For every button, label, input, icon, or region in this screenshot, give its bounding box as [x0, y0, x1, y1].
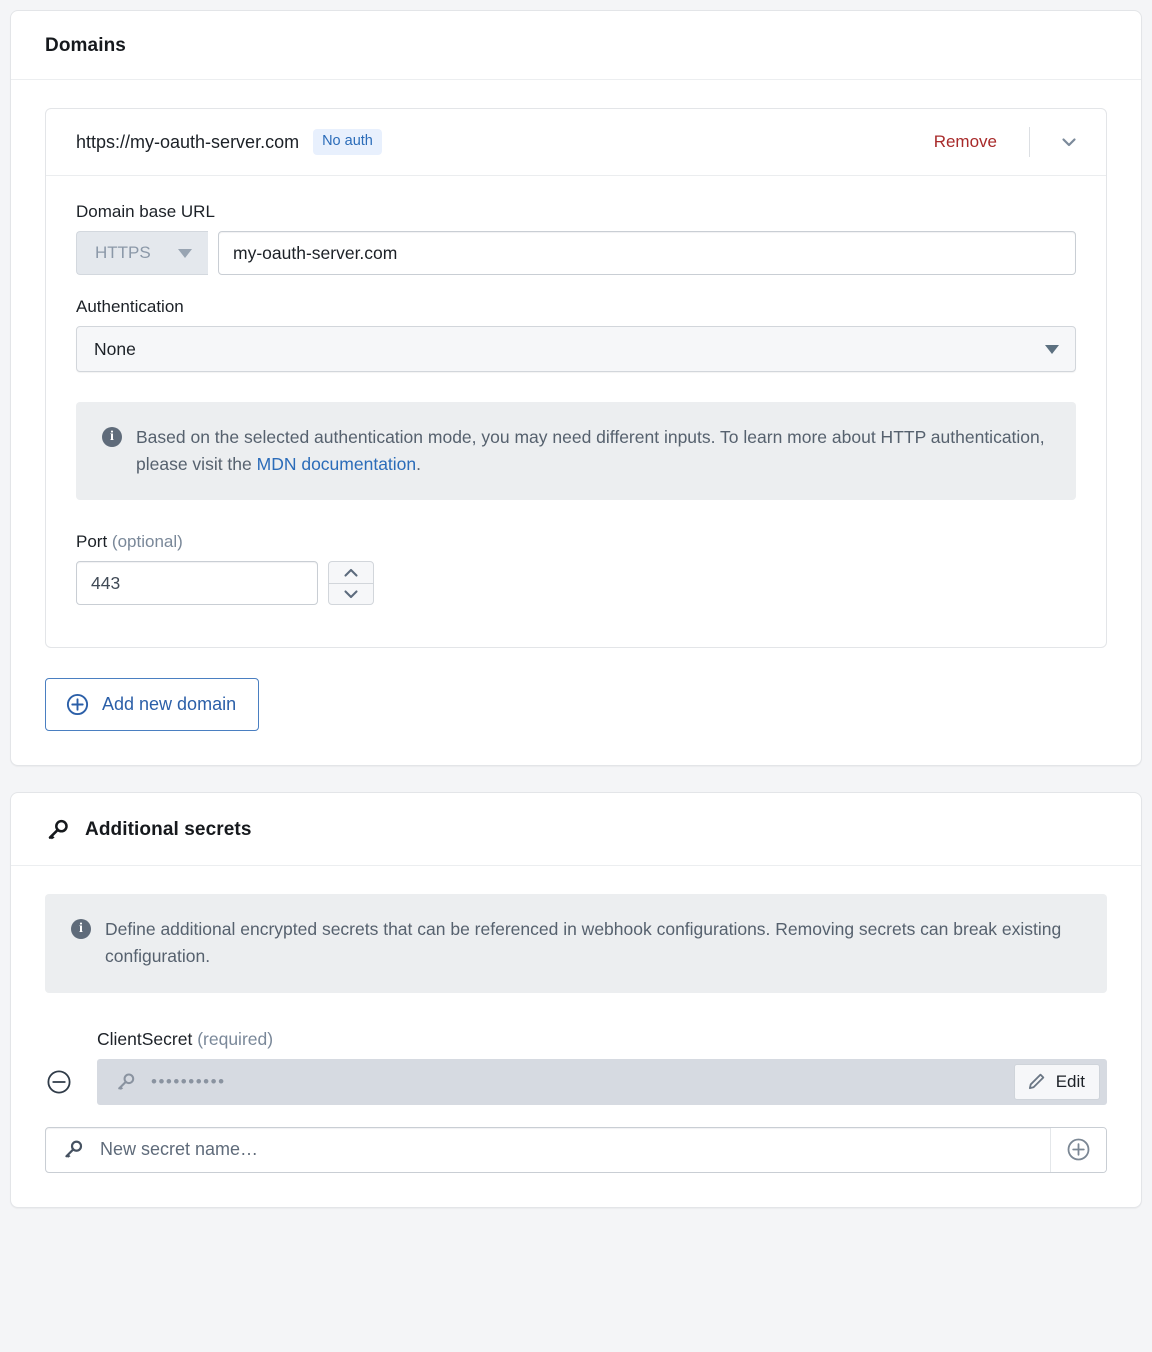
new-secret-name-input[interactable]	[98, 1138, 1050, 1161]
domain-base-url-label: Domain base URL	[76, 202, 215, 221]
port-row	[76, 561, 1076, 606]
key-icon	[62, 1138, 85, 1161]
domain-panel: https://my-oauth-server.com No auth Remo…	[45, 108, 1107, 649]
domain-url-text: https://my-oauth-server.com	[76, 131, 300, 152]
authentication-info-callout: i Based on the selected authentication m…	[76, 402, 1076, 501]
edit-secret-label: Edit	[1055, 1071, 1085, 1091]
add-new-domain-label: Add new domain	[102, 694, 237, 715]
key-icon	[45, 817, 71, 843]
info-icon: i	[102, 427, 122, 447]
add-new-domain-button[interactable]: Add new domain	[45, 678, 260, 732]
protocol-value: HTTPS	[95, 243, 151, 262]
circle-plus-icon	[66, 693, 89, 716]
settings-page: Domains https://my-oauth-server.com No a…	[0, 0, 1152, 1352]
additional-secrets-card-body: i Define additional encrypted secrets th…	[11, 866, 1141, 1206]
authentication-label: Authentication	[76, 297, 184, 316]
additional-secrets-card: Additional secrets i Define additional e…	[10, 792, 1142, 1208]
domains-card: Domains https://my-oauth-server.com No a…	[10, 10, 1142, 767]
port-label: Port (optional)	[76, 532, 1076, 552]
secret-requirement-text: (required)	[197, 1028, 274, 1049]
domains-card-body: https://my-oauth-server.com No auth Remo…	[11, 80, 1141, 765]
header-divider	[1029, 127, 1030, 157]
domain-base-url-row: HTTPS	[76, 231, 1076, 275]
chevron-up-icon[interactable]	[329, 562, 373, 583]
port-stepper	[328, 561, 374, 606]
auth-status-badge: No auth	[313, 129, 382, 155]
secrets-info-callout: i Define additional encrypted secrets th…	[45, 894, 1107, 993]
port-block: Port (optional)	[76, 532, 1076, 606]
secret-item: ClientSecret (required) •••••••••• Edit	[45, 1029, 1107, 1105]
secret-name-label: ClientSecret (required)	[97, 1029, 1107, 1050]
new-secret-row	[45, 1126, 1107, 1173]
edit-secret-button[interactable]: Edit	[1013, 1063, 1100, 1100]
secrets-info-text: Define additional encrypted secrets that…	[105, 919, 1062, 967]
circle-plus-icon	[1066, 1137, 1091, 1162]
additional-secrets-title: Additional secrets	[85, 819, 252, 841]
info-icon: i	[71, 919, 91, 940]
secret-name-text: ClientSecret	[97, 1028, 193, 1049]
chevron-down-icon	[178, 248, 192, 258]
chevron-down-icon[interactable]	[1052, 125, 1086, 159]
additional-secrets-card-header: Additional secrets	[11, 793, 1141, 867]
callout-text-after: .	[416, 454, 422, 475]
domain-panel-body: Domain base URL HTTPS Authentication Non…	[46, 176, 1106, 647]
remove-domain-button[interactable]: Remove	[926, 128, 1005, 156]
circle-minus-icon[interactable]	[45, 1068, 73, 1096]
protocol-select[interactable]: HTTPS	[76, 231, 208, 275]
mdn-documentation-link[interactable]: MDN documentation	[257, 454, 417, 474]
secret-row: •••••••••• Edit	[45, 1058, 1107, 1105]
port-label-text: Port	[76, 532, 108, 552]
port-label-suffix: (optional)	[111, 532, 183, 552]
secret-value-field: •••••••••• Edit	[97, 1058, 1107, 1105]
domain-host-input[interactable]	[218, 231, 1076, 275]
chevron-down-icon	[1045, 344, 1059, 354]
domains-title: Domains	[45, 35, 126, 56]
authentication-select[interactable]: None	[76, 326, 1076, 372]
domains-card-header: Domains	[11, 11, 1141, 80]
add-secret-button[interactable]	[1050, 1127, 1106, 1172]
authentication-value: None	[94, 338, 136, 359]
key-icon	[115, 1071, 137, 1093]
pencil-icon	[1027, 1072, 1046, 1091]
authentication-info-text: Based on the selected authentication mod…	[136, 424, 1052, 478]
domain-panel-header[interactable]: https://my-oauth-server.com No auth Remo…	[46, 109, 1106, 176]
chevron-down-icon[interactable]	[329, 582, 373, 605]
secret-masked-value: ••••••••••	[151, 1071, 226, 1091]
port-input[interactable]	[76, 561, 318, 606]
